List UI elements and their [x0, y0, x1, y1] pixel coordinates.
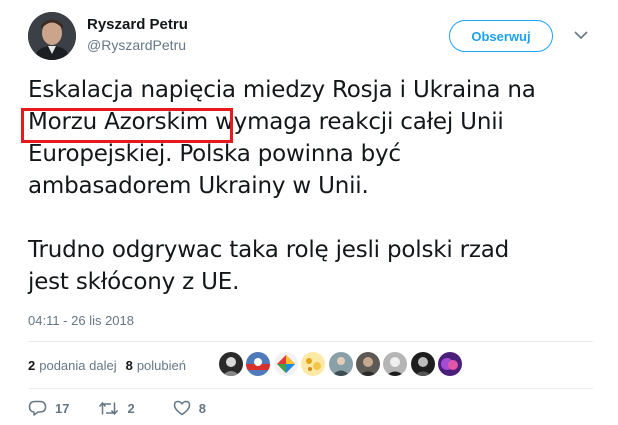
liker-avatar[interactable] — [410, 352, 435, 376]
like-button[interactable]: 8 — [173, 400, 206, 416]
reply-button[interactable]: 17 — [28, 400, 69, 416]
heart-icon — [173, 400, 190, 416]
liker-avatar[interactable] — [328, 352, 353, 376]
tweet-line: jest skłócony z UE. — [28, 269, 240, 295]
reply-count: 17 — [55, 400, 70, 416]
retweet-button[interactable]: 2 — [98, 400, 135, 416]
tweet-line: Eskalacja napięcia miedzy Rosja i Ukrain… — [28, 77, 536, 103]
liker-avatar[interactable] — [383, 352, 408, 376]
tweet-actions: 17 2 8 — [28, 400, 206, 416]
tweet-line: Morzu Azorskim wymaga reakcji całej Unii — [28, 109, 504, 135]
retweet-count: 2 — [127, 400, 135, 416]
liker-avatar[interactable] — [246, 352, 271, 376]
divider — [28, 341, 593, 342]
author-avatar[interactable] — [28, 12, 76, 60]
tweet-line: Europejskiej. Polska powinna być — [28, 141, 401, 167]
liker-avatar[interactable] — [301, 352, 326, 376]
likes-label: polubień — [136, 358, 186, 373]
retweets-label: podania dalej — [39, 358, 117, 373]
reply-icon — [28, 400, 47, 416]
liker-avatars — [219, 352, 466, 376]
retweet-icon — [99, 401, 119, 415]
likes-count: 8 — [125, 358, 133, 373]
author-name[interactable]: Ryszard Petru — [87, 16, 188, 33]
tweet-line: ambasadorem Ukrainy w Unii. — [28, 173, 369, 199]
tweet-text: Eskalacja napięcia miedzy Rosja i Ukrain… — [28, 74, 593, 298]
liker-avatar[interactable] — [219, 352, 243, 376]
likes-stat[interactable]: 8 polubień — [126, 358, 186, 373]
chevron-down-icon[interactable] — [572, 26, 590, 44]
liker-avatar[interactable] — [273, 352, 298, 376]
tweet-line-break — [28, 202, 593, 234]
retweets-count: 2 — [28, 358, 36, 373]
divider — [28, 388, 593, 389]
tweet-stats: 2 podania dalej 8 polubień — [28, 358, 186, 373]
follow-button[interactable]: Obserwuj — [449, 20, 553, 52]
tweet-line: Trudno odgrywac taka rolę jesli polski r… — [28, 237, 510, 263]
liker-avatar[interactable] — [438, 352, 463, 376]
retweets-stat[interactable]: 2 podania dalej — [28, 358, 117, 373]
author-handle[interactable]: @RyszardPetru — [87, 37, 186, 53]
liker-avatar[interactable] — [355, 352, 380, 376]
tweet-timestamp[interactable]: 04:11 - 26 lis 2018 — [28, 313, 134, 328]
like-count: 8 — [198, 400, 206, 416]
